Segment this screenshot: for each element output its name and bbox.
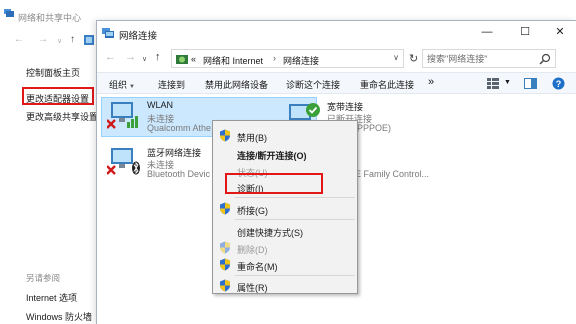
menu-label: 属性(R) — [237, 283, 268, 293]
bg-history-dropdown-icon[interactable]: ∨ — [57, 37, 62, 45]
command-toolbar: 组织 ▼ 连接到 禁用此网络设备 诊断这个连接 重命名此连接 » ▼ ? — [97, 72, 576, 94]
search-icon[interactable] — [539, 53, 551, 65]
preview-pane-icon[interactable] — [524, 78, 537, 89]
breadcrumb-overflow[interactable]: « — [191, 54, 196, 64]
menu-item-create-shortcut[interactable]: 创建快捷方式(S) — [213, 222, 357, 240]
breadcrumb-network-connections[interactable]: 网络连接 — [283, 54, 319, 67]
connect-to-button[interactable]: 连接到 — [158, 78, 185, 91]
disable-device-button[interactable]: 禁用此网络设备 — [205, 78, 268, 91]
menu-label: 重命名(M) — [237, 262, 278, 272]
network-folder-icon — [176, 55, 188, 64]
menu-label: 删除(D) — [237, 245, 268, 255]
change-advanced-sharing-link[interactable]: 更改高级共享设置 — [26, 110, 98, 123]
uac-shield-icon — [220, 129, 230, 142]
see-also-heading: 另请参阅 — [26, 273, 61, 283]
back-arrow-icon[interactable]: ← — [105, 51, 116, 63]
view-options-icon[interactable] — [487, 78, 499, 89]
search-input[interactable] — [427, 52, 537, 66]
organize-menu-button[interactable]: 组织 ▼ — [109, 78, 135, 91]
address-bar[interactable]: « 网络和 Internet › 网络连接 ∨ — [171, 49, 404, 68]
annotation-highlight-diagnose — [225, 173, 323, 194]
internet-options-link[interactable]: Internet 选项 — [26, 291, 77, 304]
title-bar: 网络连接 — ☐ ✕ — [97, 21, 576, 46]
menu-item-connect-disconnect[interactable]: 连接/断开连接(O) — [213, 145, 357, 163]
network-icon — [4, 9, 14, 17]
bluetooth-adapter-icon — [107, 148, 140, 175]
menu-label: 创建快捷方式(S) — [237, 228, 303, 238]
view-dropdown-icon[interactable]: ▼ — [504, 79, 511, 86]
address-bar-row: ← → ∨ ↑ « 网络和 Internet › 网络连接 ∨ ↻ — [97, 46, 576, 72]
connection-name: WLAN — [147, 100, 174, 110]
recent-locations-dropdown-icon[interactable]: ∨ — [142, 55, 147, 63]
window-title: 网络连接 — [119, 31, 158, 42]
refresh-icon[interactable]: ↻ — [409, 52, 418, 65]
menu-label: 桥接(G) — [237, 206, 268, 216]
menu-item-properties[interactable]: 属性(R) — [213, 277, 357, 295]
menu-label: 禁用(B) — [237, 133, 267, 143]
search-box[interactable] — [422, 49, 556, 68]
uac-shield-icon — [220, 202, 230, 215]
rename-connection-button[interactable]: 重命名此连接 — [360, 78, 414, 91]
bg-back-arrow-icon[interactable]: ← — [14, 34, 24, 45]
menu-item-delete: 删除(D) — [213, 239, 357, 257]
bg-forward-arrow-icon[interactable]: → — [38, 34, 48, 45]
more-commands-button[interactable]: » — [428, 76, 434, 88]
annotation-highlight-adapter-settings — [22, 87, 94, 105]
network-connections-icon — [102, 28, 114, 38]
minimize-button[interactable]: — — [472, 21, 502, 43]
organize-label: 组织 — [109, 80, 128, 90]
bg-control-panel-icon — [84, 35, 94, 45]
network-connections-window: 网络连接 — ☐ ✕ ← → ∨ ↑ « 网络和 Internet › 网络连接… — [96, 20, 576, 324]
up-arrow-icon[interactable]: ↑ — [155, 51, 161, 63]
menu-separator — [235, 197, 355, 198]
connection-device: Qualcomm Athe — [147, 123, 212, 133]
menu-item-bridge[interactable]: 桥接(G) — [213, 200, 357, 218]
menu-item-rename[interactable]: 重命名(M) — [213, 256, 357, 274]
diagnose-connection-button[interactable]: 诊断这个连接 — [286, 78, 340, 91]
control-panel-home-link[interactable]: 控制面板主页 — [26, 66, 80, 79]
uac-shield-icon — [220, 241, 230, 254]
uac-shield-icon — [220, 258, 230, 271]
chevron-down-icon: ▼ — [129, 84, 135, 90]
menu-label: 连接/断开连接(O) — [237, 151, 307, 161]
menu-separator — [235, 275, 355, 276]
wireless-adapter-icon — [107, 102, 138, 129]
help-icon[interactable]: ? — [552, 77, 565, 90]
uac-shield-icon — [220, 279, 230, 292]
bg-up-arrow-icon[interactable]: ↑ — [70, 34, 75, 45]
connection-device: Bluetooth Devic — [147, 169, 211, 179]
close-button[interactable]: ✕ — [545, 21, 575, 43]
breadcrumb-network-internet[interactable]: 网络和 Internet — [203, 54, 263, 67]
windows-firewall-link[interactable]: Windows 防火墙 — [26, 310, 92, 323]
maximize-button[interactable]: ☐ — [510, 21, 540, 43]
svg-text:?: ? — [556, 79, 562, 89]
menu-separator — [235, 219, 355, 220]
context-menu: 禁用(B) 连接/断开连接(O) 状态(U) 诊断(I) 桥接(G) 创建快捷方… — [212, 120, 358, 294]
menu-item-disable[interactable]: 禁用(B) — [213, 127, 357, 145]
address-dropdown-icon[interactable]: ∨ — [393, 53, 399, 62]
breadcrumb-separator-icon[interactable]: › — [273, 53, 276, 63]
forward-arrow-icon[interactable]: → — [125, 51, 136, 63]
bg-window-title: 网络和共享中心 — [18, 13, 82, 23]
